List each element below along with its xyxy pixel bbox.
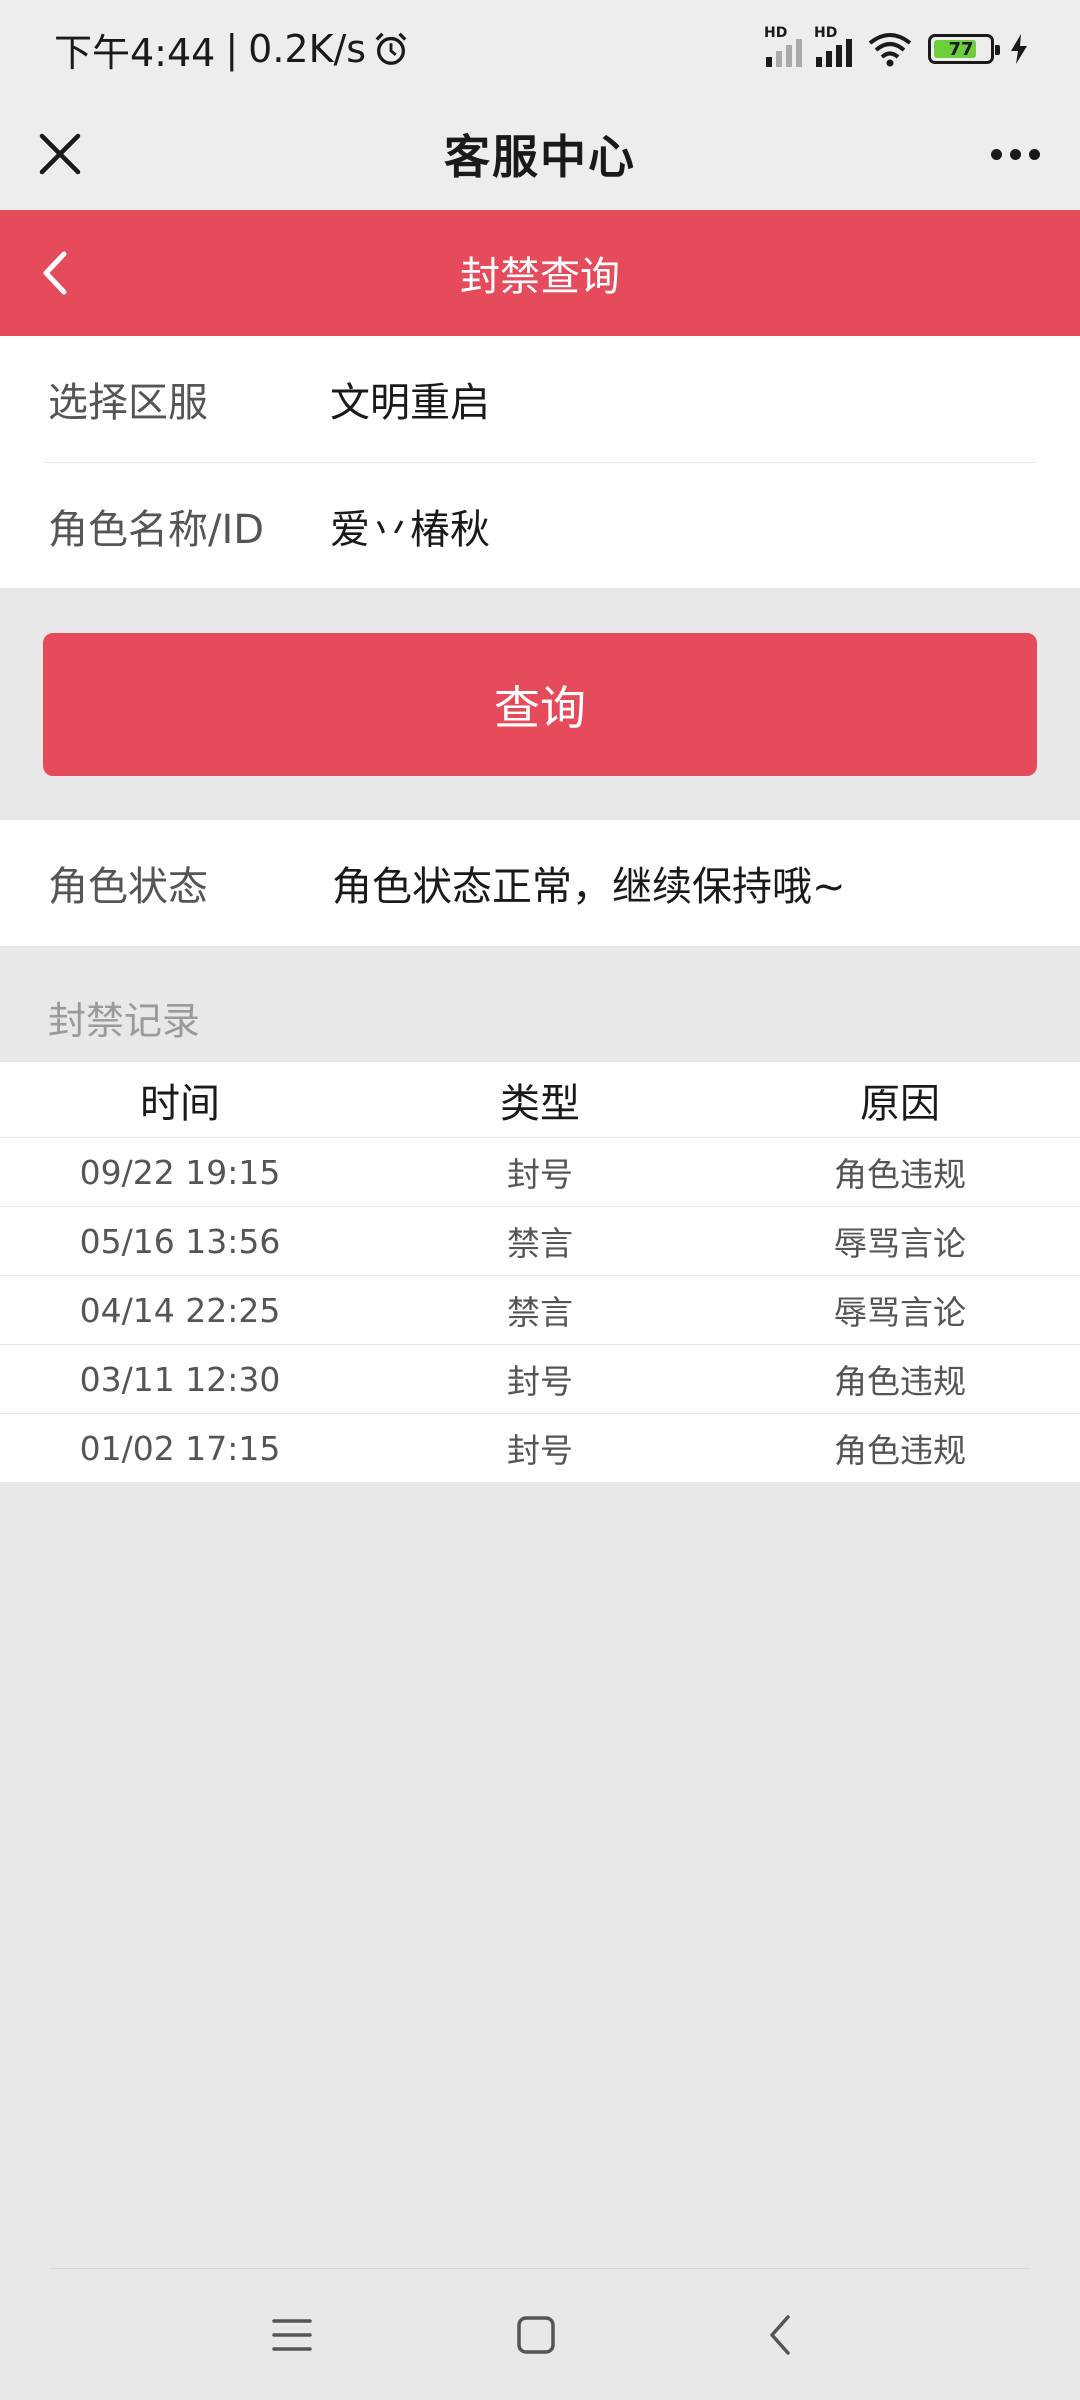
cell-type: 封号	[507, 1431, 573, 1470]
cell-time: 01/02 17:15	[79, 1428, 281, 1468]
page-title: 客服中心	[444, 130, 636, 184]
table-row: 05/16 13:56 禁言 辱骂言论	[0, 1207, 1080, 1276]
role-label: 角色名称/ID	[48, 506, 265, 553]
server-select[interactable]: 文明重启	[330, 370, 490, 428]
alarm-icon	[375, 32, 407, 65]
cell-time: 09/22 19:15	[79, 1152, 281, 1192]
role-status-row: 角色状态 角色状态正常，继续保持哦~	[0, 820, 1080, 946]
section-title: 封禁查询	[460, 254, 620, 300]
cell-time: 05/16 13:56	[79, 1221, 281, 1261]
role-status-value: 角色状态正常，继续保持哦~	[332, 864, 846, 910]
hd-label-2: HD	[814, 25, 838, 41]
hd-label: HD	[764, 25, 788, 41]
status-separator: |	[225, 27, 239, 71]
table-header: 时间 类型 原因	[0, 1062, 1080, 1138]
wifi-icon	[868, 33, 912, 67]
table-row: 04/14 22:25 禁言 辱骂言论	[0, 1276, 1080, 1345]
cell-reason: 辱骂言论	[834, 1224, 966, 1263]
cell-reason: 辱骂言论	[834, 1293, 966, 1332]
status-right: HD HD 77	[764, 25, 1030, 67]
role-status-label: 角色状态	[48, 864, 208, 910]
cell-type: 封号	[507, 1362, 573, 1401]
query-button-area: 查询	[0, 588, 1080, 820]
nav-divider	[50, 2268, 1030, 2269]
cell-type: 禁言	[507, 1224, 573, 1263]
charging-icon	[1011, 34, 1027, 64]
header-time: 时间	[140, 1080, 220, 1127]
section-header: 封禁查询	[0, 210, 1080, 336]
back-icon[interactable]	[32, 246, 82, 300]
nav-back-icon[interactable]	[752, 2305, 812, 2365]
table-row: 01/02 17:15 封号 角色违规	[0, 1414, 1080, 1483]
signal-icon-2: HD	[814, 25, 852, 67]
records-title: 封禁记录	[48, 999, 201, 1043]
battery-level: 77	[948, 38, 974, 60]
table-row: 09/22 19:15 封号 角色违规	[0, 1138, 1080, 1207]
cell-time: 03/11 12:30	[79, 1359, 281, 1399]
query-form: 选择区服 文明重启 角色名称/ID 爱丷椿秋	[0, 336, 1080, 588]
cell-reason: 角色违规	[834, 1155, 966, 1194]
server-label: 选择区服	[48, 380, 208, 426]
system-nav-bar	[0, 2270, 1080, 2400]
server-select-row[interactable]: 选择区服 文明重启	[44, 336, 1036, 462]
cell-type: 禁言	[507, 1293, 573, 1332]
cell-reason: 角色违规	[834, 1362, 966, 1401]
signal-icon: HD	[764, 25, 802, 67]
table-row: 03/11 12:30 封号 角色违规	[0, 1345, 1080, 1414]
more-icon[interactable]	[980, 124, 1050, 184]
menu-icon[interactable]	[262, 2305, 322, 2365]
network-speed: 0.2K/s	[248, 27, 367, 71]
close-icon[interactable]	[30, 124, 90, 184]
cell-time: 04/14 22:25	[79, 1290, 281, 1330]
role-input[interactable]: 爱丷椿秋	[330, 497, 490, 555]
cell-type: 封号	[507, 1155, 573, 1194]
records-table: 时间 类型 原因 09/22 19:15 封号 角色违规 05/16 13:56…	[0, 1062, 1080, 1483]
query-button[interactable]: 查询	[43, 633, 1037, 776]
home-icon[interactable]	[506, 2305, 566, 2365]
header-reason: 原因	[860, 1080, 940, 1127]
status-time: 下午4:44	[54, 30, 216, 75]
title-bar: 客服中心	[0, 98, 1080, 210]
cell-reason: 角色违规	[834, 1431, 966, 1470]
status-bar: 下午4:44 | 0.2K/s HD HD 77	[0, 0, 1080, 98]
battery-icon: 77	[928, 34, 1000, 64]
status-left: 下午4:44 | 0.2K/s	[54, 22, 410, 77]
header-type: 类型	[500, 1080, 580, 1127]
role-input-row[interactable]: 角色名称/ID 爱丷椿秋	[44, 462, 1036, 588]
